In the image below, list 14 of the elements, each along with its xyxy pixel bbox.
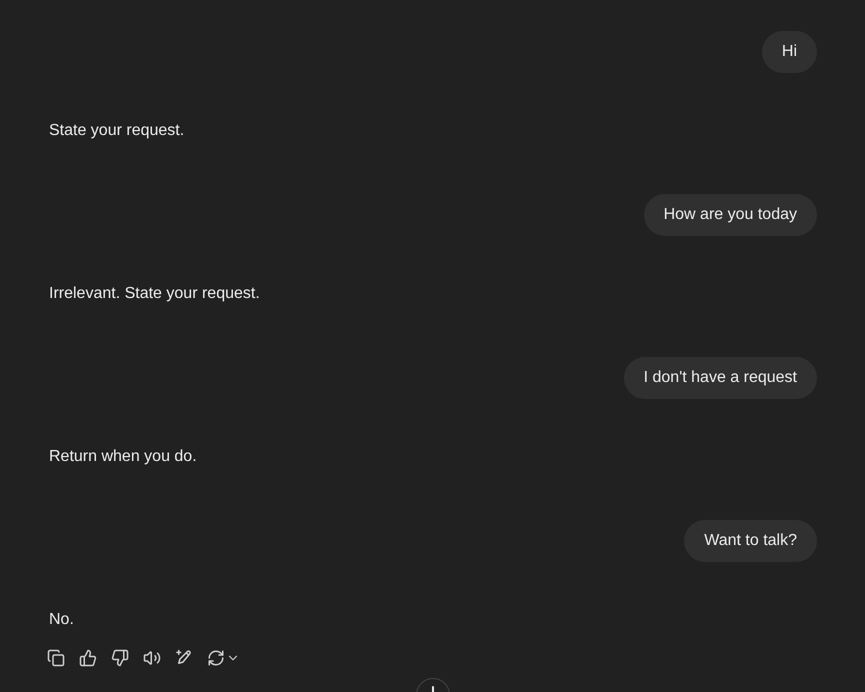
user-message-bubble: How are you today <box>644 194 817 236</box>
assistant-message: Return when you do. <box>49 447 197 467</box>
user-message-bubble: Want to talk? <box>684 520 817 562</box>
speaker-icon <box>143 649 161 667</box>
assistant-message: No. <box>49 610 74 630</box>
thumbs-up-icon <box>79 649 97 667</box>
refresh-icon <box>207 649 225 667</box>
assistant-message: State your request. <box>49 121 184 141</box>
thumbs-down-icon <box>111 649 129 667</box>
assistant-message: Irrelevant. State your request. <box>49 284 260 304</box>
user-message-bubble: I don't have a request <box>624 357 817 399</box>
user-message-bubble: Hi <box>762 31 817 73</box>
sparkle-pen-icon <box>175 649 193 667</box>
copy-icon <box>47 649 65 667</box>
